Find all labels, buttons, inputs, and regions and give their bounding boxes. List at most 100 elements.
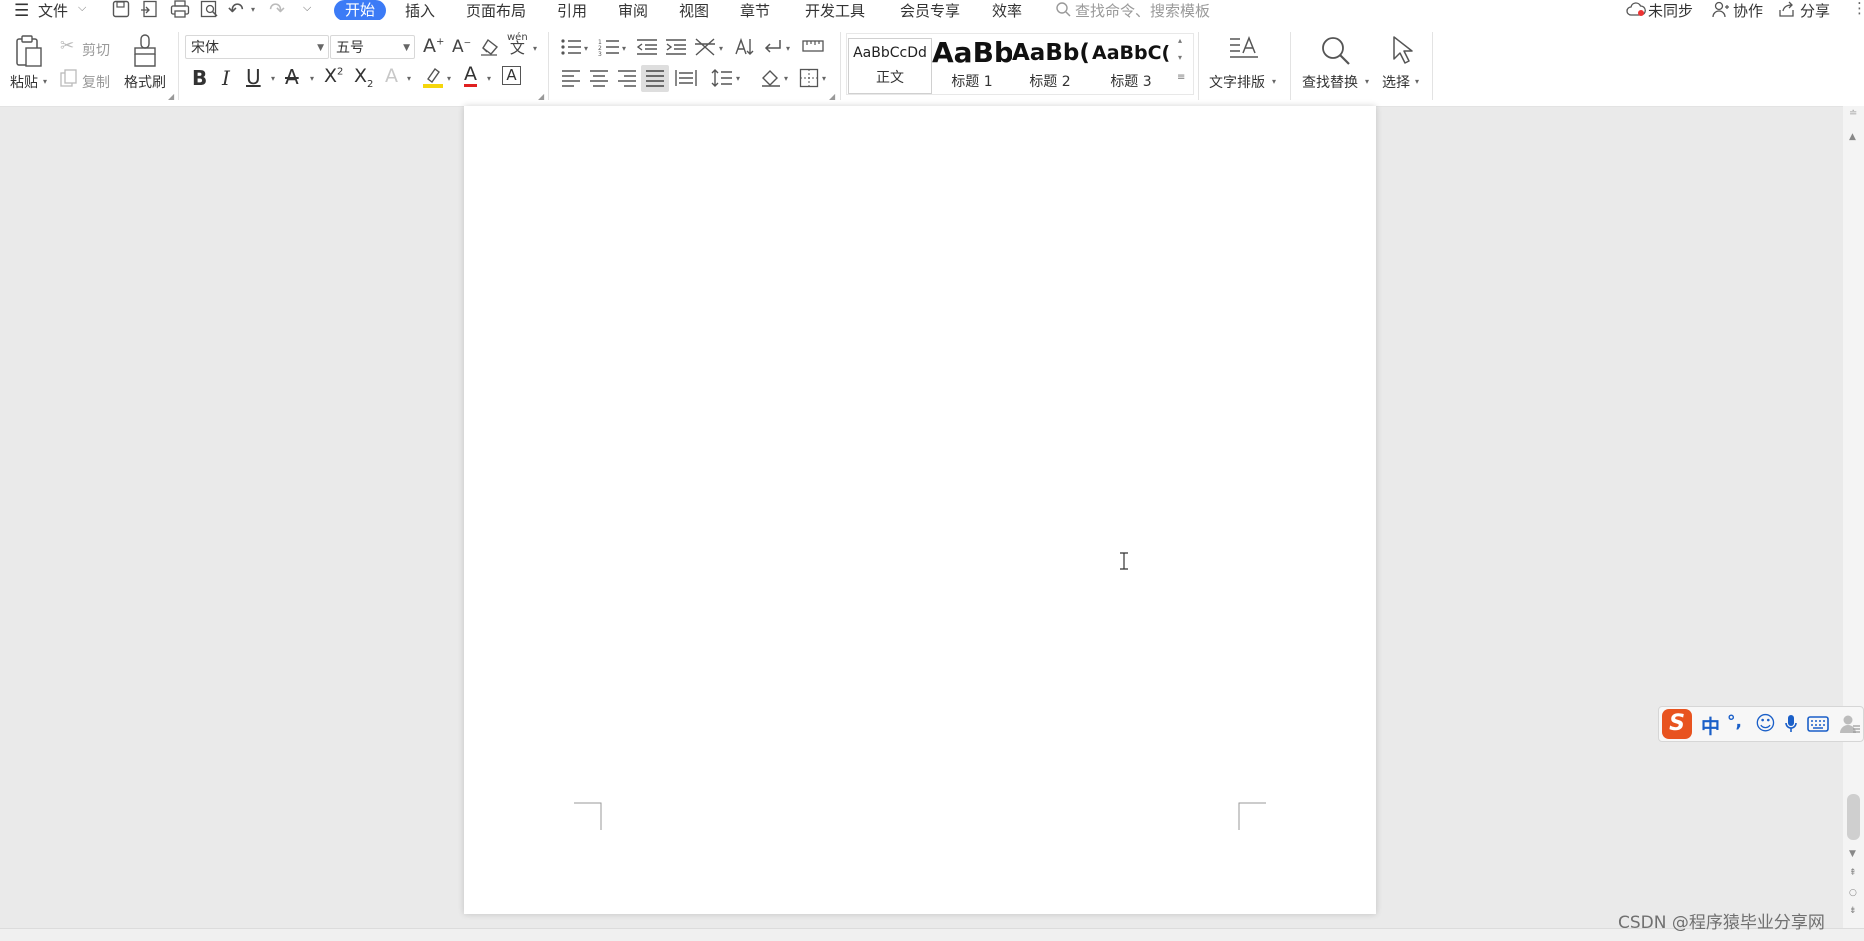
document-page[interactable] — [464, 106, 1376, 914]
tab-member[interactable]: 会员专享 — [900, 0, 960, 21]
font-name-dropdown-icon[interactable]: ▼ — [317, 36, 324, 60]
highlight-dropdown-icon[interactable]: ▾ — [447, 74, 451, 83]
tab-developer[interactable]: 开发工具 — [805, 0, 865, 21]
italic-icon[interactable]: I — [222, 66, 230, 90]
tab-page-layout[interactable]: 页面布局 — [466, 0, 526, 21]
collaborate-icon[interactable] — [1712, 1, 1730, 18]
chinese-layout-dropdown-icon[interactable]: ▾ — [719, 44, 723, 53]
copy-button[interactable]: 复制 — [82, 72, 110, 92]
line-spacing-dropdown-icon[interactable]: ▾ — [736, 74, 740, 83]
ime-toolbar[interactable]: S 中 °, ☺ — [1658, 706, 1864, 742]
align-right-icon[interactable] — [617, 69, 637, 87]
share-icon[interactable] — [1778, 1, 1796, 18]
clipboard-launcher-icon[interactable]: ◢ — [168, 92, 174, 101]
character-border-icon[interactable]: A — [502, 66, 521, 85]
font-size-select[interactable]: 五号 ▼ — [330, 35, 415, 59]
strikethrough-icon[interactable]: A — [285, 65, 299, 89]
tab-references[interactable]: 引用 — [557, 0, 587, 21]
borders-icon[interactable] — [799, 68, 819, 88]
paste-icon[interactable] — [14, 34, 44, 68]
decrease-indent-icon[interactable] — [636, 38, 658, 56]
format-painter-button[interactable]: 格式刷 — [124, 72, 166, 92]
scrollbar-split-icon[interactable]: ≐ — [1849, 108, 1857, 119]
tab-review[interactable]: 审阅 — [618, 0, 648, 21]
justify-icon[interactable] — [645, 69, 665, 87]
tab-insert[interactable]: 插入 — [405, 0, 435, 21]
styles-expand-icon[interactable]: ≡ — [1177, 72, 1185, 83]
select-button[interactable]: 选择 — [1382, 72, 1410, 92]
grow-font-icon[interactable]: A+ — [423, 35, 444, 57]
print-preview-icon[interactable] — [200, 0, 220, 18]
hamburger-menu-icon[interactable]: ☰ — [14, 1, 29, 21]
bold-icon[interactable]: B — [192, 66, 207, 90]
more-options-icon[interactable]: ⋮ — [1852, 0, 1864, 17]
styles-scroll-up-icon[interactable]: ▴ — [1178, 36, 1182, 45]
tab-efficiency[interactable]: 效率 — [992, 0, 1022, 21]
style-heading-3[interactable]: AaBbC( 标题 3 — [1092, 38, 1170, 92]
text-effect-icon[interactable]: A — [385, 65, 398, 87]
style-heading-1[interactable]: AaBb 标题 1 — [932, 38, 1012, 92]
align-left-icon[interactable] — [561, 69, 581, 87]
bullet-list-icon[interactable] — [560, 38, 582, 56]
clear-format-icon[interactable] — [480, 38, 500, 56]
shading-dropdown-icon[interactable]: ▾ — [784, 74, 788, 83]
keyboard-icon[interactable] — [1807, 716, 1829, 732]
collaborate-button[interactable]: 协作 — [1733, 0, 1763, 21]
font-size-dropdown-icon[interactable]: ▼ — [403, 36, 410, 60]
cut-icon[interactable]: ✂ — [60, 36, 74, 56]
paragraph-launcher-icon[interactable]: ◢ — [829, 92, 835, 101]
shading-icon[interactable] — [760, 68, 782, 88]
tab-chapter[interactable]: 章节 — [740, 0, 770, 21]
borders-dropdown-icon[interactable]: ▾ — [822, 74, 826, 83]
align-center-icon[interactable] — [589, 69, 609, 87]
subscript-icon[interactable]: X2 — [354, 65, 373, 90]
sogou-logo-icon[interactable]: S — [1662, 709, 1692, 739]
phonetic-guide-icon[interactable]: wén 文 — [507, 33, 528, 56]
scroll-up-icon[interactable]: ▲ — [1849, 132, 1856, 142]
bullet-list-dropdown-icon[interactable]: ▾ — [584, 44, 588, 53]
line-spacing-icon[interactable] — [711, 68, 733, 88]
styles-scroll-down-icon[interactable]: ▾ — [1178, 53, 1182, 62]
show-marks-dropdown-icon[interactable]: ▾ — [786, 44, 790, 53]
browse-object-icon[interactable]: ○ — [1849, 888, 1857, 898]
tab-view[interactable]: 视图 — [679, 0, 709, 21]
cloud-sync-icon[interactable] — [1626, 1, 1646, 18]
text-layout-dropdown-icon[interactable]: ▾ — [1272, 77, 1276, 86]
select-cursor-icon[interactable] — [1390, 35, 1416, 67]
font-color-icon[interactable]: A — [464, 64, 477, 87]
scroll-down-icon[interactable]: ▼ — [1849, 849, 1856, 859]
search-icon[interactable] — [1055, 1, 1072, 18]
text-layout-icon[interactable] — [1228, 35, 1262, 67]
sort-icon[interactable] — [734, 37, 754, 57]
tab-start[interactable]: 开始 — [334, 0, 386, 21]
format-painter-icon[interactable] — [132, 34, 158, 68]
select-dropdown-icon[interactable]: ▾ — [1415, 77, 1419, 86]
increase-indent-icon[interactable] — [665, 38, 687, 56]
style-heading-2[interactable]: AaBb( 标题 2 — [1012, 38, 1088, 92]
undo-icon[interactable]: ↶ — [228, 0, 244, 21]
quick-access-more-icon[interactable]: ⌵ — [303, 1, 311, 15]
ime-mode-label[interactable]: 中 — [1701, 712, 1720, 739]
highlight-icon[interactable] — [422, 66, 444, 88]
next-page-icon[interactable]: ⇟ — [1849, 906, 1857, 916]
distributed-align-icon[interactable] — [675, 69, 697, 87]
text-effect-dropdown-icon[interactable]: ▾ — [407, 74, 411, 83]
underline-icon[interactable]: U — [246, 65, 261, 89]
sync-status[interactable]: 未同步 — [1648, 0, 1693, 21]
share-button[interactable]: 分享 — [1800, 0, 1830, 21]
vertical-scrollbar[interactable]: ≐ ▲ ▼ ⇞ ○ ⇟ — [1843, 106, 1864, 928]
find-replace-dropdown-icon[interactable]: ▾ — [1365, 77, 1369, 86]
underline-dropdown-icon[interactable]: ▾ — [271, 74, 275, 83]
text-layout-button[interactable]: 文字排版 — [1209, 72, 1265, 92]
redo-icon[interactable]: ↷ — [269, 0, 285, 21]
scrollbar-thumb[interactable] — [1847, 794, 1860, 840]
shrink-font-icon[interactable]: A− — [452, 37, 471, 57]
font-name-select[interactable]: 宋体 ▼ — [185, 35, 329, 59]
emoji-icon[interactable]: ☺ — [1755, 711, 1776, 735]
export-pdf-icon[interactable] — [140, 0, 160, 18]
copy-icon[interactable] — [60, 69, 78, 87]
font-launcher-icon[interactable]: ◢ — [538, 92, 544, 101]
save-icon[interactable] — [112, 0, 131, 18]
previous-page-icon[interactable]: ⇞ — [1849, 868, 1857, 878]
undo-dropdown-icon[interactable]: ▾ — [251, 5, 255, 14]
